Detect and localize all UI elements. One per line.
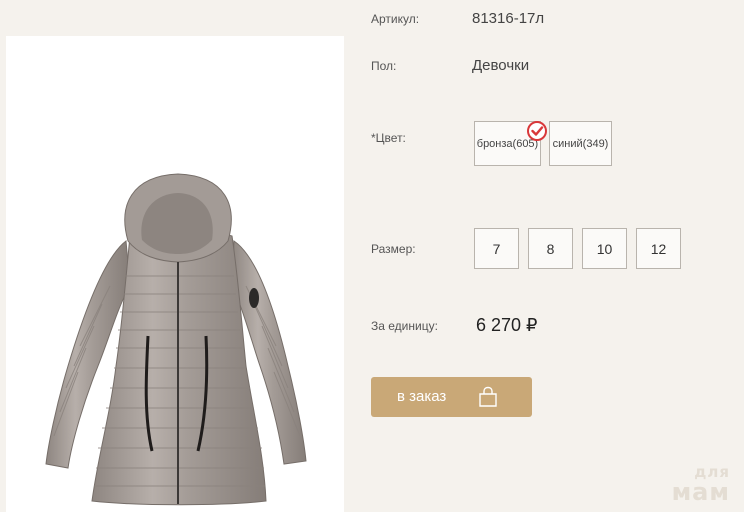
gender-label: Пол: <box>371 59 397 73</box>
gender-value: Девочки <box>472 57 530 74</box>
size-option-12[interactable]: 12 <box>636 228 681 269</box>
price-label: За единицу: <box>371 319 438 333</box>
article-value: 81316-17л <box>472 10 545 27</box>
order-button[interactable]: в заказ <box>371 377 532 417</box>
size-option-8[interactable]: 8 <box>528 228 573 269</box>
size-option-10[interactable]: 10 <box>582 228 627 269</box>
check-circle-icon <box>527 121 547 141</box>
shopping-bag-icon <box>479 386 497 407</box>
color-label: *Цвет: <box>371 131 406 145</box>
watermark-logo: для мам <box>671 465 730 506</box>
watermark-line2: мам <box>671 478 730 506</box>
price-value: 6 270 ₽ <box>476 315 538 335</box>
coat-illustration <box>45 173 307 506</box>
size-option-7[interactable]: 7 <box>474 228 519 269</box>
color-option-blue[interactable]: синий(349) <box>549 121 612 166</box>
product-image <box>6 36 344 512</box>
order-button-label: в заказ <box>397 388 447 405</box>
size-label: Размер: <box>371 242 416 256</box>
article-label: Артикул: <box>371 12 420 26</box>
